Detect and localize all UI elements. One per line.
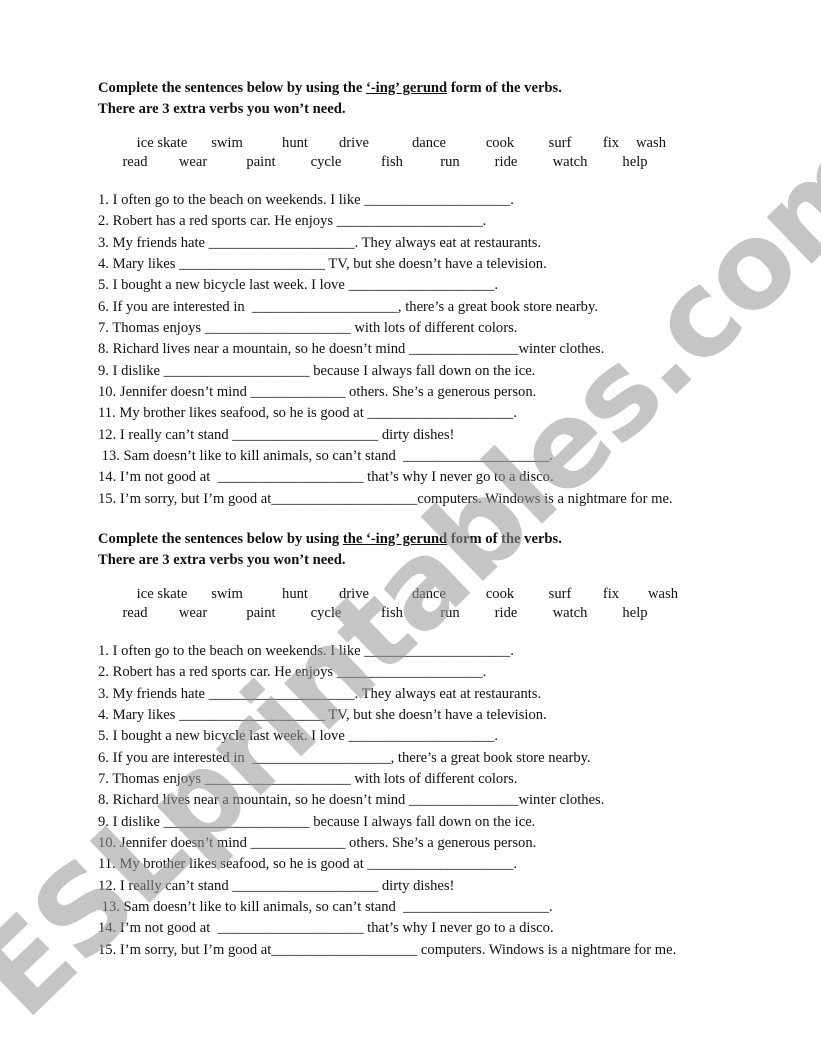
verb-word: cook [485,135,515,151]
exercise-section-2: Complete the sentences below by using th… [98,529,778,961]
instructions-text: form of the verbs. [447,531,562,547]
verb-word: fix [602,135,620,151]
sentence-item: 1. I often go to the beach on weekends. … [98,643,514,659]
sentence-item: 9. I dislike ____________________ becaus… [98,813,536,830]
verb-word: wash [648,586,678,602]
verb-word: wear [178,605,208,621]
sentence-item: 14. I’m not good at ____________________… [98,920,554,937]
sentence-item: 5. I bought a new bicycle last week. I l… [98,277,499,294]
verb-word: run [440,154,460,170]
verb-word: paint [246,154,276,170]
instructions-line-2: There are 3 extra verbs you won’t need. [98,552,346,568]
verb-word: surf [548,586,572,602]
verb-word: fish [381,154,403,170]
verb-word: ride [494,154,518,170]
verb-word: paint [246,605,276,621]
sentence-item: 5. I bought a new bicycle last week. I l… [98,728,499,745]
sentence-item: 9. I dislike ____________________ becaus… [98,362,536,379]
sentence-item: 2. Robert has a red sports car. He enjoy… [98,664,487,681]
verb-word: hunt [282,586,308,602]
sentence-item: 1. I often go to the beach on weekends. … [98,192,514,208]
sentence-item: 7. Thomas enjoys ____________________ wi… [98,320,518,337]
verb-word: drive [339,135,369,151]
verb-word: dance [411,135,447,151]
verb-word: drive [339,586,369,602]
exercise-section-1: Complete the sentences below by using th… [98,78,778,510]
verb-word: hunt [282,135,308,151]
verb-word: cook [485,586,515,602]
sentence-item: 12. I really can’t stand _______________… [98,877,455,894]
instructions-text: Complete the sentences below by using th… [98,80,366,96]
verb-word: surf [548,135,572,151]
instructions-line-2: There are 3 extra verbs you won’t need. [98,101,346,117]
sentence-item: 4. Mary likes ____________________ TV, b… [98,707,547,724]
verb-word: fix [602,586,620,602]
instructions-text: Complete the sentences below by using [98,531,343,547]
verb-word: ice skate [136,586,188,602]
verb-word: cycle [310,605,342,621]
verb-word: fish [381,605,403,621]
sentence-item: 3. My friends hate ____________________.… [98,685,542,702]
sentence-item: 13. Sam doesn’t like to kill animals, so… [98,899,553,916]
sentence-item: 3. My friends hate ____________________.… [98,234,542,251]
sentence-item: 2. Robert has a red sports car. He enjoy… [98,213,487,230]
sentence-item: 6. If you are interested in ____________… [98,298,598,315]
sentence-item: 15. I’m sorry, but I’m good at__________… [98,941,677,958]
instructions-text: form of the verbs. [447,80,562,96]
sentence-item: 15. I’m sorry, but I’m good at__________… [98,490,673,507]
sentence-item: 8. Richard lives near a mountain, so he … [98,792,605,809]
sentence-item: 11. My brother likes seafood, so he is g… [98,405,517,422]
instructions-underlined-term: the ‘-ing’ gerund [342,531,448,547]
sentence-item: 6. If you are interested in ____________… [98,749,591,766]
verb-word: wash [636,135,666,151]
sentence-item: 10. Jennifer doesn’t mind _____________ … [98,835,537,852]
verb-bank: ice skate swim hunt drive dance cook sur… [98,135,778,175]
worksheet-page: Complete the sentences below by using th… [0,0,821,1063]
verb-word: watch [552,154,588,170]
verb-word: watch [552,605,588,621]
verb-word: ride [494,605,518,621]
verb-word: cycle [310,154,342,170]
sentence-item: 4. Mary likes ____________________ TV, b… [98,256,547,273]
verb-word: help [622,605,648,621]
verb-word: swim [211,135,243,151]
sentence-list: 1. I often go to the beach on weekends. … [98,641,778,961]
sentence-item: 13. Sam doesn’t like to kill animals, so… [98,448,553,465]
sentence-item: 7. Thomas enjoys ____________________ wi… [98,771,518,788]
sentence-item: 8. Richard lives near a mountain, so he … [98,341,605,358]
verb-word: run [440,605,460,621]
instructions-line-1: Complete the sentences below by using th… [98,78,778,99]
verb-word: wear [178,154,208,170]
verb-word: read [122,605,148,621]
instructions-line-1: Complete the sentences below by using th… [98,529,778,550]
verb-word: read [122,154,148,170]
verb-word: swim [211,586,243,602]
verb-word: ice skate [136,135,188,151]
sentence-item: 14. I’m not good at ____________________… [98,469,554,486]
verb-word: help [622,154,648,170]
sentence-item: 11. My brother likes seafood, so he is g… [98,856,517,873]
verb-word: dance [411,586,447,602]
verb-bank: ice skate swim hunt drive dance cook sur… [98,586,778,626]
sentence-item: 12. I really can’t stand _______________… [98,426,455,443]
sentence-list: 1. I often go to the beach on weekends. … [98,190,778,510]
sentence-item: 10. Jennifer doesn’t mind _____________ … [98,384,537,401]
instructions-underlined-term: ‘-ing’ gerund [365,80,448,96]
